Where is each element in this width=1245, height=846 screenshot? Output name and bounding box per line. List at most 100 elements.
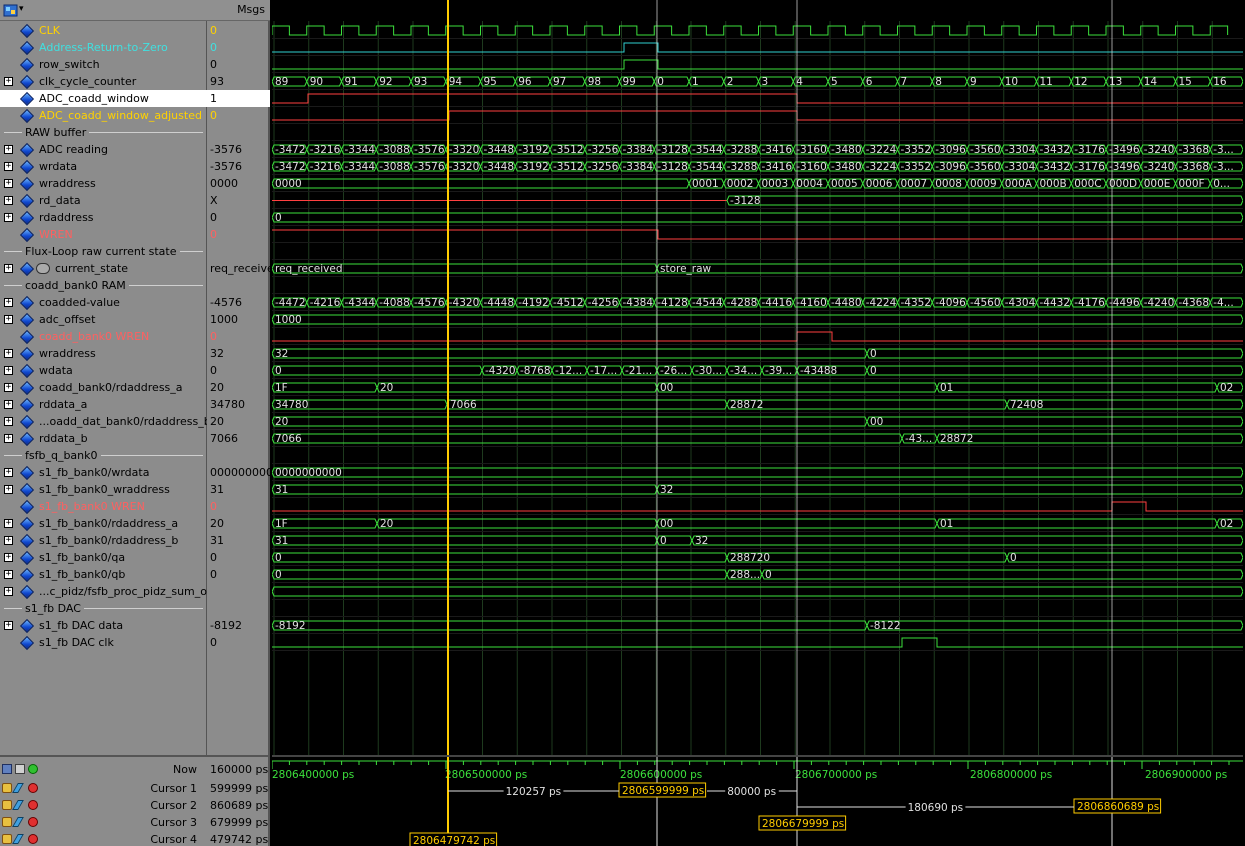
- signal-row[interactable]: + clk_cycle_counter: [0, 73, 207, 90]
- cursor-value[interactable]: 599999 ps: [207, 780, 270, 797]
- cursor3-readout[interactable]: 2806679999 ps: [762, 818, 844, 830]
- signal-row[interactable]: CLK: [0, 22, 207, 39]
- signal-row[interactable]: + wraddress: [0, 175, 207, 192]
- signal-row[interactable]: s1_fb DAC clk: [0, 634, 207, 651]
- expand-icon[interactable]: +: [4, 553, 13, 562]
- waveform-pane[interactable]: 89 90 91 92 93 94 95 96 97 98 99 0 1 2 3 4 5 6 7 8 9 10 11 12 13…: [272, 0, 1243, 755]
- lock-icon[interactable]: [2, 800, 12, 810]
- expand-icon[interactable]: +: [4, 298, 13, 307]
- signal-value: 0: [210, 636, 217, 649]
- expand-icon[interactable]: +: [4, 570, 13, 579]
- lock-icon[interactable]: [2, 817, 12, 827]
- expand-icon[interactable]: +: [4, 179, 13, 188]
- expand-icon[interactable]: +: [4, 468, 13, 477]
- signal-name: wraddress: [39, 177, 96, 190]
- waveform-canvas[interactable]: 89 90 91 92 93 94 95 96 97 98 99 0 1 2 3 4 5 6 7 8 9 10 11 12 13…: [272, 0, 1243, 755]
- expand-icon[interactable]: +: [4, 162, 13, 171]
- signal-row[interactable]: s1_fb_bank0 WREN: [0, 498, 207, 515]
- signal-row[interactable]: + coadd_bank0/rdaddress_a: [0, 379, 207, 396]
- signal-row[interactable]: ADC_coadd_window: [0, 90, 207, 107]
- expand-icon[interactable]: +: [4, 213, 13, 222]
- cursor-row[interactable]: Cursor 2: [0, 797, 207, 814]
- expand-icon[interactable]: +: [4, 400, 13, 409]
- cursor-row[interactable]: Cursor 3: [0, 814, 207, 831]
- signal-row[interactable]: + rddata_a: [0, 396, 207, 413]
- timeline-canvas[interactable]: 2806400000 ps 2806500000 ps 2806600000 ps 2…: [271, 757, 1243, 846]
- cursor-value[interactable]: 860689 ps: [207, 797, 270, 814]
- signal-name: ...c_pidz/fsfb_proc_pidz_sum_o: [39, 585, 207, 598]
- signal-row[interactable]: + s1_fb_bank0/rdaddress_a: [0, 515, 207, 532]
- signal-row[interactable]: coadd_bank0 WREN: [0, 328, 207, 345]
- signal-row[interactable]: Address-Return-to-Zero: [0, 39, 207, 56]
- edit-icon[interactable]: [12, 817, 24, 827]
- group-divider[interactable]: s1_fb DAC: [0, 600, 207, 617]
- expand-icon[interactable]: +: [4, 519, 13, 528]
- cursor1-readout[interactable]: 2806599999 ps: [622, 785, 704, 797]
- group-divider[interactable]: RAW buffer: [0, 124, 207, 141]
- group-divider[interactable]: coadd_bank0 RAM: [0, 277, 207, 294]
- expand-icon[interactable]: +: [4, 196, 13, 205]
- delete-cursor-icon[interactable]: [28, 783, 38, 793]
- timeline-pane[interactable]: 2806400000 ps 2806500000 ps 2806600000 ps 2…: [271, 755, 1243, 846]
- signal-row[interactable]: + s1_fb DAC data: [0, 617, 207, 634]
- cursor4-readout[interactable]: 2806479742 ps: [413, 835, 495, 846]
- expand-icon[interactable]: +: [4, 383, 13, 392]
- signal-row[interactable]: + s1_fb_bank0/wrdata: [0, 464, 207, 481]
- signal-row[interactable]: + ADC reading: [0, 141, 207, 158]
- signal-row[interactable]: + s1_fb_bank0_wraddress: [0, 481, 207, 498]
- expand-icon[interactable]: +: [4, 536, 13, 545]
- expand-icon[interactable]: +: [4, 77, 13, 86]
- edit-icon[interactable]: [12, 783, 24, 793]
- expand-icon[interactable]: +: [4, 417, 13, 426]
- expand-icon[interactable]: +: [4, 145, 13, 154]
- wave-list-icon[interactable]: [15, 764, 25, 774]
- adc_reading-bus-label: -3088: [379, 144, 410, 156]
- wave-window-icon[interactable]: [3, 3, 19, 18]
- signal-row[interactable]: ADC_coadd_window_adjusted: [0, 107, 207, 124]
- signal-row[interactable]: + s1_fb_bank0/qa: [0, 549, 207, 566]
- signal-row[interactable]: + rdaddress: [0, 209, 207, 226]
- grid-icon[interactable]: [2, 764, 12, 774]
- signal-row[interactable]: + ...oadd_dat_bank0/rdaddress_b: [0, 413, 207, 430]
- signal-row[interactable]: + ...c_pidz/fsfb_proc_pidz_sum_o: [0, 583, 207, 600]
- expand-icon[interactable]: +: [4, 366, 13, 375]
- signal-row[interactable]: + rddata_b: [0, 430, 207, 447]
- expand-icon[interactable]: +: [4, 587, 13, 596]
- signal-row[interactable]: + wdata: [0, 362, 207, 379]
- signal-row[interactable]: + current_state: [0, 260, 207, 277]
- signal-row[interactable]: + wrdata: [0, 158, 207, 175]
- chevron-down-icon[interactable]: ▾: [19, 4, 24, 14]
- signal-name: rd_data: [39, 194, 81, 207]
- add-cursor-icon[interactable]: [28, 764, 38, 774]
- cursor-value[interactable]: 679999 ps: [207, 814, 270, 831]
- signal-value: 1000: [210, 313, 238, 326]
- signal-row[interactable]: + adc_offset: [0, 311, 207, 328]
- signal-row[interactable]: + s1_fb_bank0/qb: [0, 566, 207, 583]
- signal-row[interactable]: WREN: [0, 226, 207, 243]
- cursor2-readout[interactable]: 2806860689 ps: [1077, 801, 1159, 813]
- expand-icon[interactable]: +: [4, 264, 13, 273]
- expand-icon[interactable]: +: [4, 621, 13, 630]
- delete-cursor-icon[interactable]: [28, 834, 38, 844]
- expand-icon[interactable]: +: [4, 315, 13, 324]
- expand-icon[interactable]: +: [4, 434, 13, 443]
- lock-icon[interactable]: [2, 834, 12, 844]
- group-divider[interactable]: Flux-Loop raw current state: [0, 243, 207, 260]
- signal-row[interactable]: + coadded-value: [0, 294, 207, 311]
- signal-row[interactable]: row_switch: [0, 56, 207, 73]
- signal-row[interactable]: + wraddress: [0, 345, 207, 362]
- group-divider[interactable]: fsfb_q_bank0: [0, 447, 207, 464]
- cursor-value[interactable]: 479742 ps: [207, 831, 270, 846]
- wraddress-bus-label: 0005: [831, 178, 858, 190]
- edit-icon[interactable]: [12, 834, 24, 844]
- cursor-row[interactable]: Cursor 1: [0, 780, 207, 797]
- cursor-row[interactable]: Cursor 4: [0, 831, 207, 846]
- lock-icon[interactable]: [2, 783, 12, 793]
- expand-icon[interactable]: +: [4, 349, 13, 358]
- delete-cursor-icon[interactable]: [28, 800, 38, 810]
- signal-row[interactable]: + rd_data: [0, 192, 207, 209]
- delete-cursor-icon[interactable]: [28, 817, 38, 827]
- edit-icon[interactable]: [12, 800, 24, 810]
- signal-row[interactable]: + s1_fb_bank0/rdaddress_b: [0, 532, 207, 549]
- expand-icon[interactable]: +: [4, 485, 13, 494]
